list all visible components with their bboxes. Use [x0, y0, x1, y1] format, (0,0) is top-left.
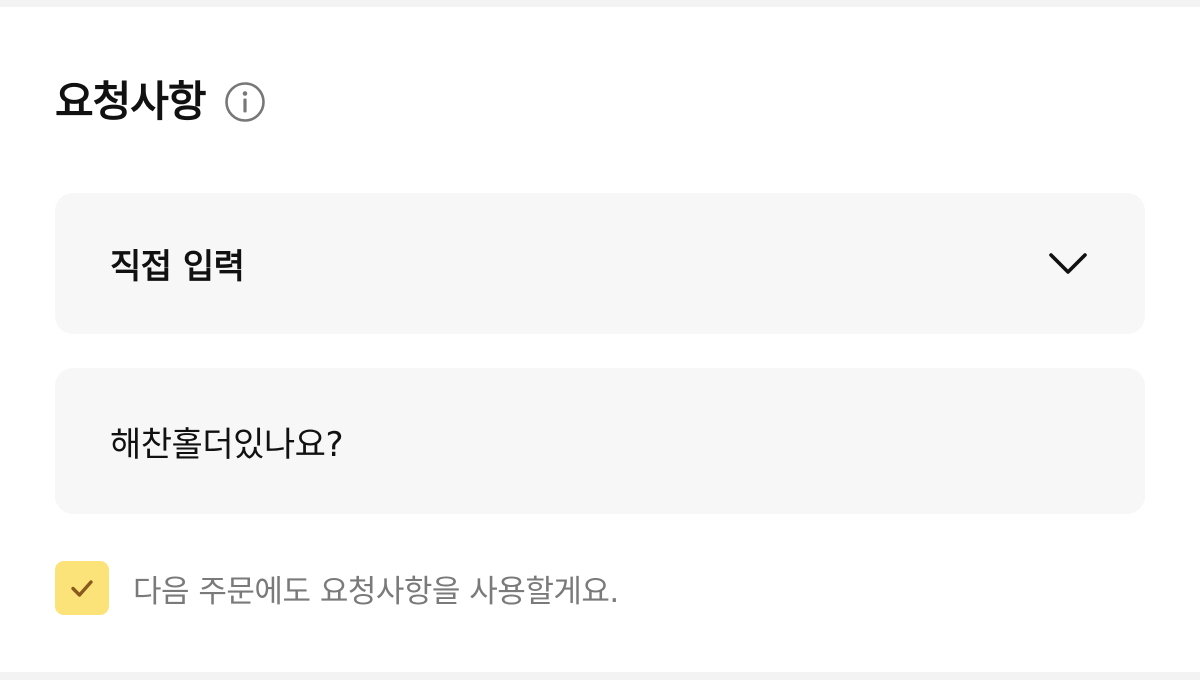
request-type-dropdown[interactable]: 직접 입력: [55, 193, 1145, 334]
request-text-value: 해찬홀더있나요?: [110, 424, 344, 465]
save-request-option[interactable]: 다음 주문에도 요청사항을 사용할게요.: [55, 560, 619, 616]
section-title: 요청사항: [55, 77, 207, 126]
save-request-checkbox[interactable]: [55, 561, 109, 615]
request-type-selected-value: 직접 입력: [110, 247, 245, 287]
chevron-down-icon: [1046, 242, 1090, 286]
section-header: 요청사항: [55, 72, 266, 132]
bottom-divider: [0, 672, 1200, 680]
request-text-field[interactable]: 해찬홀더있나요?: [55, 368, 1145, 514]
info-icon[interactable]: [224, 81, 266, 123]
top-divider: [0, 0, 1200, 7]
save-request-label: 다음 주문에도 요청사항을 사용할게요.: [133, 573, 619, 610]
checkmark-icon: [71, 580, 93, 597]
